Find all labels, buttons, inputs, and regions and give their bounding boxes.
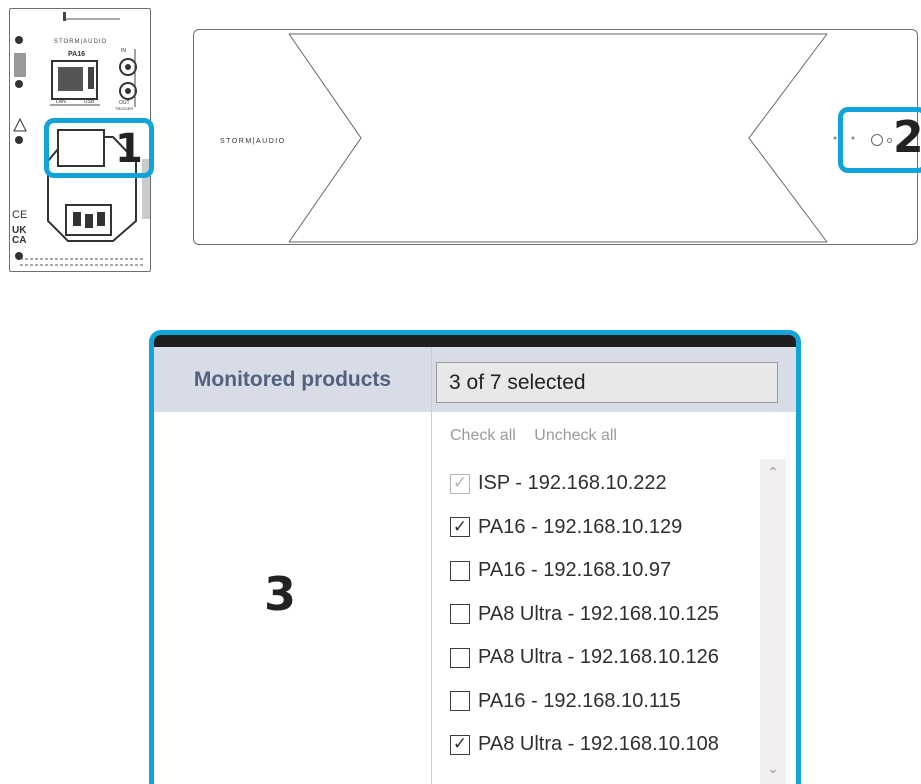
product-item[interactable]: ✓ PA8 Ultra - 192.168.10.108: [450, 723, 762, 767]
trigger-in-label: IN: [121, 48, 126, 54]
callout-number-2: 2: [893, 112, 921, 163]
scroll-up-icon[interactable]: ⌃: [760, 465, 786, 481]
check-all-link[interactable]: Check all: [450, 427, 516, 444]
front-brand-text: STORM|AUDIO: [220, 138, 286, 145]
product-item-label: PA8 Ultra - 192.168.10.126: [478, 646, 719, 669]
product-item[interactable]: PA8 Ultra - 192.168.10.125: [450, 593, 762, 637]
product-item-label: PA16 - 192.168.10.97: [478, 559, 672, 582]
list-scrollbar[interactable]: ⌃ ⌄: [760, 459, 786, 784]
uncheck-all-link[interactable]: Uncheck all: [534, 427, 617, 444]
front-panel-drawing: [288, 33, 855, 243]
product-item[interactable]: PA16 - 192.168.10.97: [450, 549, 762, 593]
checkbox-checked: ✓: [450, 473, 470, 494]
front-power-button[interactable]: [871, 134, 883, 146]
product-item-label: ISP - 192.168.10.222: [478, 472, 667, 495]
scroll-down-icon[interactable]: ⌄: [760, 761, 786, 777]
checkbox-unchecked[interactable]: [450, 604, 470, 625]
checkbox-unchecked[interactable]: [450, 647, 470, 668]
monitored-products-label: Monitored products: [154, 347, 432, 412]
rear-model-text: PA16: [68, 51, 85, 58]
checkbox-unchecked[interactable]: [450, 691, 470, 712]
power-switch[interactable]: [57, 129, 105, 167]
ukca-mark: UK CA: [12, 225, 27, 246]
product-item: ✓ ISP - 192.168.10.222: [450, 462, 762, 506]
dialog-top-bar: [154, 335, 796, 347]
callout-number-3: 3: [264, 567, 297, 621]
front-panel-image: STORM|AUDIO: [193, 29, 918, 245]
checkbox-checked[interactable]: ✓: [450, 734, 470, 755]
power-switch-callout: 1: [44, 118, 154, 178]
product-item-label: PA8 Ultra - 192.168.10.125: [478, 602, 719, 625]
front-led-indicator: [887, 138, 892, 143]
trigger-label: TRIGGER: [115, 106, 134, 111]
lan-port-label: LAN: [56, 99, 66, 105]
product-item[interactable]: PA16 - 192.168.10.115: [450, 680, 762, 724]
monitored-products-dialog: Monitored products 3 of 7 selected 3 Che…: [149, 330, 801, 784]
product-item[interactable]: ✓ PA16 - 192.168.10.129: [450, 506, 762, 550]
product-item-label: PA16 - 192.168.10.129: [478, 515, 683, 538]
rear-brand-text: STORM|AUDIO: [54, 39, 108, 45]
products-multiselect[interactable]: 3 of 7 selected: [436, 362, 778, 403]
product-item-label: PA8 Ultra - 192.168.10.108: [478, 733, 719, 756]
ce-mark: CE: [12, 209, 28, 221]
usb-port-label: USB: [84, 99, 95, 105]
checkbox-unchecked[interactable]: [450, 560, 470, 581]
front-button-callout: 2: [838, 107, 921, 173]
product-item-label: PA16 - 192.168.10.115: [478, 689, 681, 712]
bulk-actions: Check all Uncheck all: [450, 427, 631, 445]
callout-number-1: 1: [115, 126, 143, 172]
checkbox-checked[interactable]: ✓: [450, 517, 470, 538]
product-item[interactable]: PA8 Ultra - 192.168.10.126: [450, 636, 762, 680]
product-checkbox-list: ✓ ISP - 192.168.10.222 ✓ PA16 - 192.168.10.…: [450, 462, 762, 767]
